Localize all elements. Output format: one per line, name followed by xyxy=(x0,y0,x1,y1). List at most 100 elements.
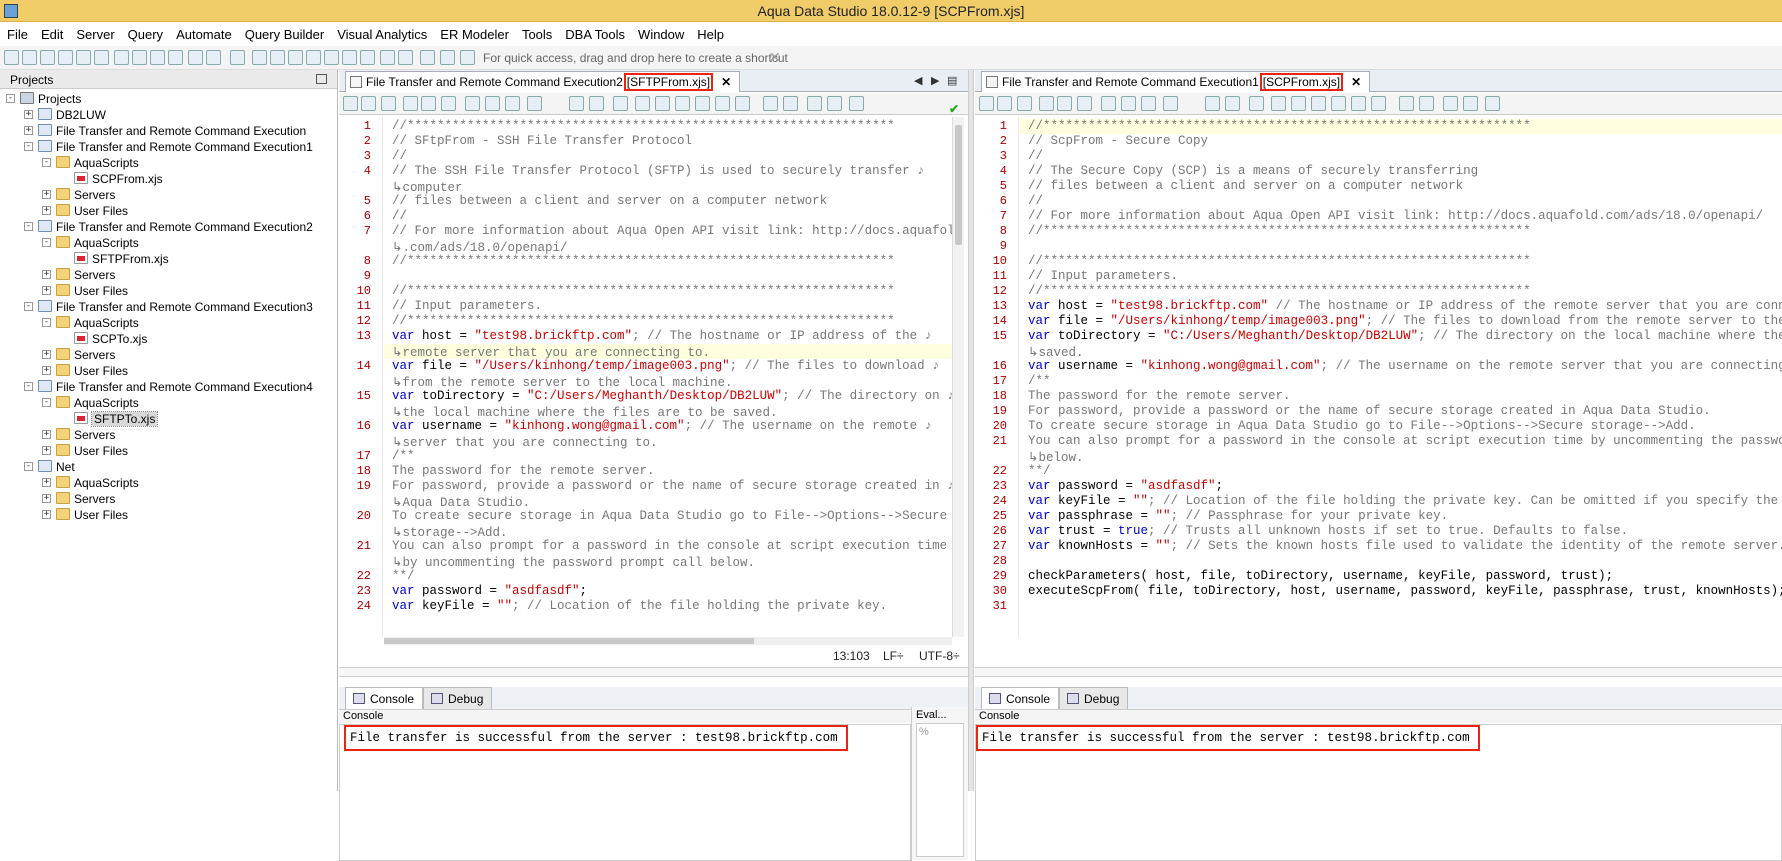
editor-tool-icon[interactable] xyxy=(763,96,778,111)
encoding[interactable]: UTF-8÷ xyxy=(919,649,960,663)
left-vertical-scrollbar[interactable] xyxy=(952,117,964,637)
expand-icon[interactable]: + xyxy=(42,366,51,375)
editor-tool-icon[interactable] xyxy=(1077,96,1092,111)
left-code-body[interactable]: //**************************************… xyxy=(384,117,952,637)
editor-tool-icon[interactable] xyxy=(1331,96,1346,111)
editor-tool-icon[interactable] xyxy=(1371,96,1386,111)
right-code-area[interactable]: 1 2 3 4 5 6 7 8 9 10 11 12 13 14 15 16 17 18 19 20 21 22 23 24 2… xyxy=(975,117,1782,637)
editor-tool-icon[interactable] xyxy=(1311,96,1326,111)
editor-tool-icon[interactable] xyxy=(1485,96,1500,111)
editor-tool-icon[interactable] xyxy=(715,96,730,111)
expand-icon[interactable]: + xyxy=(42,286,51,295)
toolbar-tool-icon[interactable] xyxy=(94,50,109,65)
menu-dba-tools[interactable]: DBA Tools xyxy=(558,24,631,42)
editor-tool-icon[interactable] xyxy=(997,96,1012,111)
menu-file[interactable]: File xyxy=(0,24,34,42)
editor-tool-icon[interactable] xyxy=(735,96,750,111)
editor-tool-icon[interactable] xyxy=(613,96,628,111)
shortcut-hint-close-icon[interactable]: ✕ xyxy=(769,49,781,66)
editor-tool-icon[interactable] xyxy=(527,96,542,111)
editor-tool-icon[interactable] xyxy=(849,96,864,111)
editor-tool-icon[interactable] xyxy=(1351,96,1366,111)
expand-icon[interactable]: + xyxy=(42,270,51,279)
collapse-icon[interactable]: - xyxy=(42,398,51,407)
collapse-icon[interactable]: - xyxy=(24,302,33,311)
menu-automate[interactable]: Automate xyxy=(169,24,238,42)
line-ending[interactable]: LF÷ xyxy=(883,649,904,663)
left-splitter[interactable] xyxy=(339,667,968,677)
left-debug-tab[interactable]: Debug xyxy=(423,687,493,709)
menu-tools[interactable]: Tools xyxy=(515,24,558,42)
maximize-icon[interactable] xyxy=(316,74,327,84)
editor-tool-icon[interactable] xyxy=(1101,96,1116,111)
toolbar-tool-icon[interactable] xyxy=(4,50,19,65)
menu-er-modeler[interactable]: ER Modeler xyxy=(433,24,515,42)
collapse-icon[interactable]: - xyxy=(24,382,33,391)
expand-icon[interactable]: + xyxy=(42,190,51,199)
editor-tool-icon[interactable] xyxy=(635,96,650,111)
toolbar-tool-icon[interactable] xyxy=(306,50,321,65)
editor-tool-icon[interactable] xyxy=(1249,96,1264,111)
editor-tool-icon[interactable] xyxy=(1163,96,1178,111)
editor-tool-icon[interactable] xyxy=(1141,96,1156,111)
tab-close-icon[interactable]: ✕ xyxy=(1351,75,1361,89)
editor-tool-icon[interactable] xyxy=(1443,96,1458,111)
menu-query-builder[interactable]: Query Builder xyxy=(238,24,330,42)
expand-icon[interactable]: + xyxy=(24,110,33,119)
editor-tool-icon[interactable] xyxy=(421,96,436,111)
editor-tool-icon[interactable] xyxy=(1121,96,1136,111)
collapse-icon[interactable]: - xyxy=(6,94,15,103)
toolbar-tool-icon[interactable] xyxy=(252,50,267,65)
toolbar-tool-icon[interactable] xyxy=(132,50,147,65)
toolbar-tool-icon[interactable] xyxy=(440,50,455,65)
toolbar-tool-icon[interactable] xyxy=(188,50,203,65)
editor-tool-icon[interactable] xyxy=(343,96,358,111)
menu-edit[interactable]: Edit xyxy=(34,24,69,42)
editor-tool-icon[interactable] xyxy=(465,96,480,111)
editor-tool-icon[interactable] xyxy=(589,96,604,111)
editor-tool-icon[interactable] xyxy=(1039,96,1054,111)
toolbar-tool-icon[interactable] xyxy=(150,50,165,65)
right-debug-tab[interactable]: Debug xyxy=(1059,687,1129,709)
tab-next-icon[interactable]: ▶ xyxy=(931,74,939,87)
toolbar-tool-icon[interactable] xyxy=(40,50,55,65)
editor-tool-icon[interactable] xyxy=(381,96,396,111)
toolbar-tool-icon[interactable] xyxy=(360,50,375,65)
toolbar-tool-icon[interactable] xyxy=(76,50,91,65)
collapse-icon[interactable]: - xyxy=(42,238,51,247)
menu-visual-analytics[interactable]: Visual Analytics xyxy=(330,24,433,42)
expand-icon[interactable]: + xyxy=(42,510,51,519)
editor-tool-icon[interactable] xyxy=(655,96,670,111)
editor-tool-icon[interactable] xyxy=(807,96,822,111)
expand-icon[interactable]: + xyxy=(42,430,51,439)
menu-query[interactable]: Query xyxy=(121,24,169,42)
editor-tool-icon[interactable] xyxy=(1205,96,1220,111)
collapse-icon[interactable]: - xyxy=(24,462,33,471)
editor-tool-icon[interactable] xyxy=(1057,96,1072,111)
editor-tool-icon[interactable] xyxy=(1399,96,1414,111)
editor-tool-icon[interactable] xyxy=(1017,96,1032,111)
toolbar-tool-icon[interactable] xyxy=(22,50,37,65)
toolbar-tool-icon[interactable] xyxy=(460,50,475,65)
editor-tool-icon[interactable] xyxy=(979,96,994,111)
toolbar-tool-icon[interactable] xyxy=(168,50,183,65)
editor-tool-icon[interactable] xyxy=(505,96,520,111)
expand-icon[interactable]: + xyxy=(42,494,51,503)
editor-tool-icon[interactable] xyxy=(783,96,798,111)
collapse-icon[interactable]: - xyxy=(24,142,33,151)
collapse-icon[interactable]: - xyxy=(24,222,33,231)
tab-list-icon[interactable]: ▤ xyxy=(947,74,957,87)
editor-tool-icon[interactable] xyxy=(675,96,690,111)
collapse-icon[interactable]: - xyxy=(42,158,51,167)
editor-tool-icon[interactable] xyxy=(403,96,418,111)
toolbar-tool-icon[interactable] xyxy=(288,50,303,65)
menu-help[interactable]: Help xyxy=(690,24,730,42)
left-horizontal-scrollbar[interactable] xyxy=(384,637,952,645)
toolbar-tool-icon[interactable] xyxy=(420,50,435,65)
tab-close-icon[interactable]: ✕ xyxy=(721,75,731,89)
tab-scpfrom[interactable]: File Transfer and Remote Command Executi… xyxy=(981,71,1371,92)
editor-tool-icon[interactable] xyxy=(1291,96,1306,111)
editor-tool-icon[interactable] xyxy=(827,96,842,111)
tab-prev-icon[interactable]: ◀ xyxy=(914,74,922,87)
right-console-tab[interactable]: Console xyxy=(981,687,1060,709)
